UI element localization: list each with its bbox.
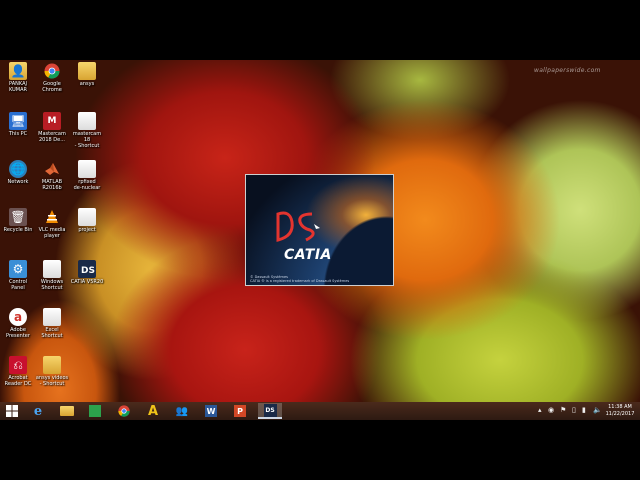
vlc-icon xyxy=(43,208,61,226)
control-panel-icon: ⚙ xyxy=(9,260,27,278)
recycle-bin-icon: 🗑 xyxy=(9,208,27,226)
store-icon xyxy=(89,405,101,417)
desktop-icon-control-panel[interactable]: ⚙ Control Panel xyxy=(0,260,36,291)
desktop-icon-ansys-videos[interactable]: ansys videos - Shortcut xyxy=(34,356,70,387)
desktop-icon-label: Network xyxy=(7,179,29,185)
start-icon xyxy=(6,405,18,417)
taskbar-store[interactable] xyxy=(85,403,105,419)
catia-splash-window: CATIA © Dassault Systèmes CATIA ® is a r… xyxy=(245,174,394,286)
desktop-icon-google-chrome[interactable]: Google Chrome xyxy=(34,62,70,93)
battery-icon[interactable]: ▯ xyxy=(572,406,576,414)
catia-brand-text: CATIA xyxy=(284,247,332,263)
system-clock[interactable]: 11:38 AM 11/22/2017 xyxy=(603,404,637,418)
clock-date: 11/22/2017 xyxy=(605,411,635,417)
desktop-icon-label: rpfixed de-nuclear xyxy=(73,179,101,191)
taskbar-autocad[interactable]: A xyxy=(143,403,163,419)
user-folder-icon: 👤 xyxy=(9,62,27,80)
desktop-icon-label: Adobe Presenter xyxy=(6,327,30,339)
shortcut-file-icon xyxy=(78,112,96,130)
taskbar-people[interactable]: 👥 xyxy=(172,403,192,419)
powerpoint-icon: P xyxy=(234,405,246,417)
desktop-icon-label: This PC xyxy=(8,131,28,137)
shortcut-file-icon xyxy=(43,308,61,326)
desktop-icon-excel-shortcut[interactable]: Excel Shortcut xyxy=(34,308,70,339)
chrome-icon xyxy=(118,405,130,417)
desktop-icon-label: Windows Shortcut xyxy=(40,279,64,291)
desktop-icon-label: Acrobat Reader DC xyxy=(4,375,32,387)
desktop-icon-label: Control Panel xyxy=(8,279,28,291)
mastercam-icon: M xyxy=(43,112,61,130)
folder-icon xyxy=(78,62,96,80)
taskbar-chrome[interactable] xyxy=(114,403,134,419)
network-tray-icon[interactable]: ▮ xyxy=(582,406,586,414)
document-icon xyxy=(78,160,96,178)
desktop-icon-label: PANKAJ KUMAR xyxy=(8,81,27,93)
chrome-icon xyxy=(43,62,61,80)
letterbox-top xyxy=(0,0,640,60)
adobe-presenter-icon: a xyxy=(9,308,27,326)
catia-icon: DS xyxy=(78,260,96,278)
this-pc-icon: 🖥 xyxy=(9,112,27,130)
desktop-icon-mastercam-shortcut[interactable]: mastercam 18 - Shortcut xyxy=(69,112,105,149)
network-icon: 🌐 xyxy=(9,160,27,178)
wallpaper-watermark: wallpaperswide.com xyxy=(534,67,601,74)
desktop-icon-acrobat-reader[interactable]: ⎌ Acrobat Reader DC xyxy=(0,356,36,387)
desktop-icon-catia[interactable]: DS CATIA V5R20 xyxy=(69,260,105,285)
shortcut-file-icon xyxy=(43,356,61,374)
show-hidden-icons-icon[interactable]: ▴ xyxy=(538,406,542,414)
letterbox-bottom xyxy=(0,420,640,480)
desktop-icon-label: MATLAB R2016b xyxy=(41,179,63,191)
start-button[interactable] xyxy=(2,403,22,419)
desktop-icon-pankaj-kumar[interactable]: 👤 PANKAJ KUMAR xyxy=(0,62,36,93)
taskbar-catia[interactable]: DS xyxy=(258,403,282,419)
svg-text:DS: DS xyxy=(81,266,95,276)
shortcut-file-icon xyxy=(43,260,61,278)
splash-legal-text: © Dassault Systèmes CATIA ® is a registe… xyxy=(250,275,350,283)
desktop-icon-ansys[interactable]: ansys xyxy=(69,62,105,87)
desktop-icon-label: ansys xyxy=(79,81,95,87)
matlab-icon xyxy=(43,160,61,178)
desktop-icon-mastercam[interactable]: M Mastercam 2018 De... xyxy=(34,112,70,143)
desktop-wallpaper[interactable]: wallpaperswide.com 👤 PANKAJ KUMAR 🖥 This… xyxy=(0,60,640,402)
taskbar-word[interactable]: W xyxy=(201,403,221,419)
desktop-icon-label: ansys videos - Shortcut xyxy=(35,375,69,387)
desktop-icon-label: mastercam 18 - Shortcut xyxy=(72,131,102,149)
desktop-icon-rpfixed[interactable]: rpfixed de-nuclear xyxy=(69,160,105,191)
desktop-icon-adobe-presenter[interactable]: a Adobe Presenter xyxy=(0,308,36,339)
desktop-icon-this-pc[interactable]: 🖥 This PC xyxy=(0,112,36,137)
file-explorer-icon xyxy=(60,406,74,416)
taskbar-powerpoint[interactable]: P xyxy=(230,403,250,419)
desktop-icon-label: Recycle Bin xyxy=(3,227,33,233)
desktop-icon-matlab[interactable]: MATLAB R2016b xyxy=(34,160,70,191)
desktop-icon-label: Google Chrome xyxy=(42,81,62,93)
ds-logo-icon xyxy=(276,211,320,242)
document-icon xyxy=(78,208,96,226)
catia-icon: DS xyxy=(263,403,277,417)
desktop-icon-label: CATIA V5R20 xyxy=(70,279,104,285)
people-icon: 👥 xyxy=(175,405,189,417)
taskbar-internet-explorer[interactable]: e xyxy=(28,403,48,419)
desktop-icon-label: VLC media player xyxy=(38,227,66,239)
autocad-icon: A xyxy=(147,403,159,419)
clock-time: 11:38 AM xyxy=(608,404,632,410)
desktop-icon-windows-shortcut[interactable]: Windows Shortcut xyxy=(34,260,70,291)
desktop-icon-network[interactable]: 🌐 Network xyxy=(0,160,36,185)
desktop-icon-label: project xyxy=(78,227,96,233)
desktop-icon-label: Mastercam 2018 De... xyxy=(38,131,66,143)
help-icon[interactable]: ◉ xyxy=(548,406,554,414)
acrobat-icon: ⎌ xyxy=(9,356,27,374)
desktop-icon-vlc[interactable]: VLC media player xyxy=(34,208,70,239)
taskbar: e A 👥 W P DS ▴ ◉ ⚑ ▯ ▮ 🔈 11:38 AM 11/22/… xyxy=(0,402,640,420)
flag-icon[interactable]: ⚑ xyxy=(560,406,566,414)
desktop-icon-project[interactable]: project xyxy=(69,208,105,233)
desktop-icon-label: Excel Shortcut xyxy=(41,327,63,339)
word-icon: W xyxy=(205,405,217,417)
volume-icon[interactable]: 🔈 xyxy=(593,406,602,414)
ie-icon: e xyxy=(33,403,43,419)
desktop-icon-recycle-bin[interactable]: 🗑 Recycle Bin xyxy=(0,208,36,233)
taskbar-file-explorer[interactable] xyxy=(57,403,77,419)
